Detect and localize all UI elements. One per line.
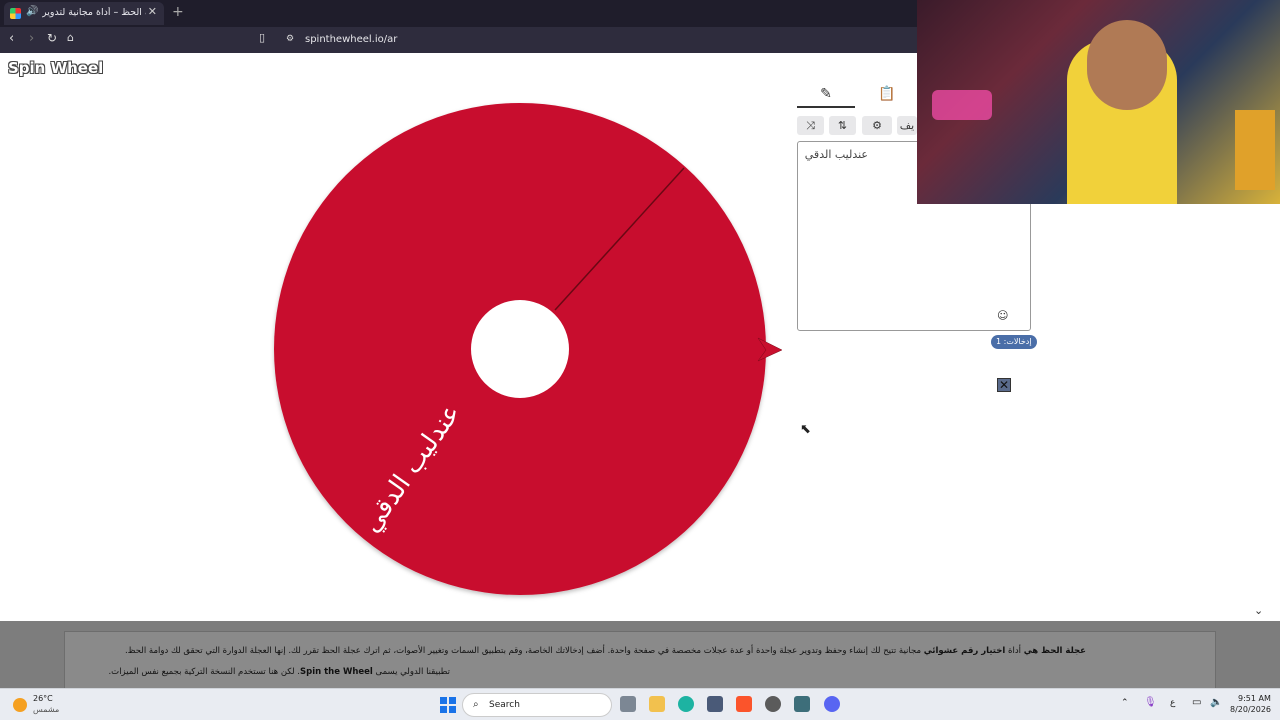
clipboard-icon: 📋 [878, 86, 896, 102]
os-taskbar: 26°C مشمس ⌕ Search ⌃ 🎙 ع ▭ 🔈 9:51 AM 8/2… [0, 688, 1280, 720]
task-view-icon[interactable] [620, 696, 636, 712]
webcam-neon-light [932, 90, 992, 120]
entry-line: عندليب الدقي [804, 148, 868, 161]
search-label: Search [489, 700, 520, 710]
gear-icon: ⚙ [872, 119, 882, 132]
file-explorer-icon[interactable] [649, 696, 665, 712]
shuffle-button[interactable]: ⤨ [797, 116, 824, 135]
windows-start-icon[interactable] [440, 697, 456, 713]
webcam-person-head [1087, 20, 1167, 110]
discord-icon[interactable] [824, 696, 840, 712]
store-icon[interactable] [707, 696, 723, 712]
pencil-icon: ✎ [820, 86, 832, 102]
webcam-overlay [917, 0, 1280, 204]
reload-icon[interactable]: ↻ [47, 31, 57, 45]
mouse-cursor-icon: ⬉ [800, 422, 811, 437]
site-logo[interactable]: Spin Wheel [8, 59, 103, 77]
tab-results[interactable]: 📋 [875, 86, 899, 108]
description-line-2: تطبيقنا الدولي يسمى Spin the Wheel. لكن … [108, 667, 450, 677]
chevron-down-icon[interactable]: ⌄ [1254, 604, 1263, 617]
weather-condition[interactable]: مشمس [33, 705, 59, 714]
description-box: عجلة الحظ هي أداة اختيار رقم عشوائي مجان… [64, 631, 1216, 688]
taskbar-search[interactable]: ⌕ Search [462, 693, 612, 717]
spin-wheel[interactable]: عندليب الدقي [270, 98, 790, 602]
emoji-picker-icon[interactable]: ☺ [997, 309, 1008, 322]
brave-browser-icon[interactable] [736, 696, 752, 712]
tab-title: عجلة الحظ – أداة مجانية لتدوير [42, 7, 146, 18]
edge-browser-icon[interactable] [678, 696, 694, 712]
wheel-center-hub[interactable] [471, 300, 569, 398]
back-icon[interactable]: ‹ [9, 31, 14, 46]
address-bar[interactable]: spinthewheel.io/ar [305, 34, 397, 45]
app-icon[interactable] [794, 696, 810, 712]
bookmark-icon[interactable]: ▯ [259, 31, 265, 44]
site-info-icon[interactable]: ⚙ [286, 34, 294, 44]
webcam-poster [1235, 110, 1275, 190]
sort-button[interactable]: ⇅ [829, 116, 856, 135]
network-icon[interactable]: ▭ [1192, 697, 1201, 708]
forward-icon[interactable]: › [29, 31, 34, 46]
input-language[interactable]: ع [1170, 698, 1175, 708]
tab-edit-entries[interactable]: ✎ [797, 86, 855, 108]
entries-count-badge: إدخالات: 1 [991, 335, 1037, 349]
search-icon: ⌕ [473, 699, 479, 710]
tray-overflow-icon[interactable]: ⌃ [1121, 698, 1129, 708]
microphone-icon[interactable]: 🎙 [1144, 697, 1157, 708]
obs-icon[interactable] [765, 696, 781, 712]
site-favicon-icon [10, 8, 21, 19]
clock-time[interactable]: 9:51 AM [1238, 694, 1271, 703]
add-image-button[interactable]: يف [897, 116, 917, 135]
new-tab-button[interactable]: + [172, 4, 184, 20]
description-line-1: عجلة الحظ هي أداة اختيار رقم عشوائي مجان… [124, 646, 1086, 656]
settings-button[interactable]: ⚙ [862, 116, 892, 135]
home-icon[interactable]: ⌂ [67, 31, 74, 44]
weather-sun-icon[interactable] [13, 698, 27, 712]
panel-tabs: ✎ 📋 [797, 86, 917, 110]
weather-temperature[interactable]: 26°C [33, 694, 53, 703]
close-tab-icon[interactable]: ✕ [148, 5, 157, 18]
browser-tab[interactable]: 🔊 عجلة الحظ – أداة مجانية لتدوير ✕ [4, 2, 164, 25]
audio-playing-icon[interactable]: 🔊 [26, 6, 38, 17]
volume-icon[interactable]: 🔈 [1210, 697, 1222, 708]
close-ad-icon[interactable]: ✕ [997, 378, 1011, 392]
footer-section: عجلة الحظ هي أداة اختيار رقم عشوائي مجان… [0, 621, 1280, 688]
clock-date[interactable]: 8/20/2026 [1230, 705, 1271, 714]
sort-icon: ⇅ [837, 119, 848, 132]
shuffle-icon: ⤨ [806, 119, 815, 132]
